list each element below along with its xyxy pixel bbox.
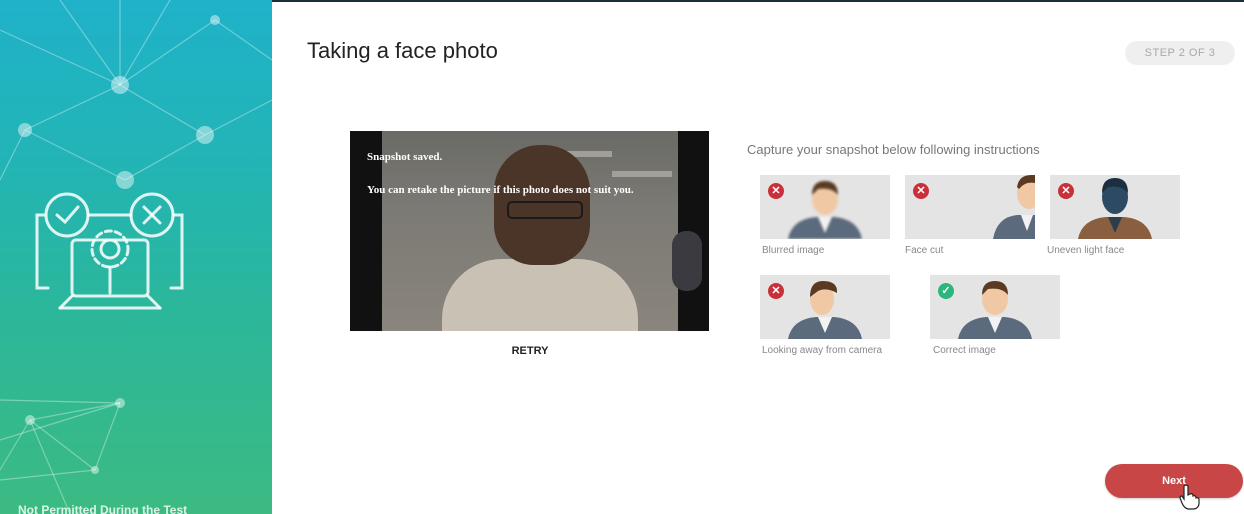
sample-label: Face cut [905, 245, 944, 256]
hand-cursor-icon [1179, 484, 1200, 510]
x-badge-icon: ✕ [768, 183, 784, 199]
x-badge-icon: ✕ [1058, 183, 1074, 199]
check-circle-icon [44, 192, 90, 238]
instructions-title: Capture your snapshot below following in… [747, 142, 1040, 157]
sample-face-cut: ✕ [905, 175, 1035, 239]
sample-label: Looking away from camera [762, 345, 883, 356]
snapshot-message: Snapshot saved. You can retake the pictu… [367, 149, 687, 215]
sample-uneven-light-face: ✕ [1050, 175, 1180, 239]
retry-button[interactable]: RETRY [506, 345, 554, 357]
x-badge-icon: ✕ [913, 183, 929, 199]
x-badge-icon: ✕ [768, 283, 784, 299]
sample-looking-away: ✕ [760, 275, 890, 339]
sample-label: Uneven light face [1047, 245, 1125, 256]
snapshot-preview: Snapshot saved. You can retake the pictu… [350, 131, 709, 331]
page-title: Taking a face photo [307, 38, 498, 63]
background-person [672, 231, 702, 291]
sample-blurred-image: ✕ [760, 175, 890, 239]
sample-label: Correct image [933, 345, 996, 356]
step-indicator: STEP 2 OF 3 [1125, 41, 1235, 65]
next-button[interactable]: Next [1105, 464, 1243, 498]
sidebar: Not Permitted During the Test [0, 0, 272, 514]
network-pattern [0, 0, 272, 514]
sidebar-footer-text: Not Permitted During the Test [18, 503, 188, 514]
snapshot-status: Snapshot saved. [367, 151, 443, 163]
check-badge-icon: ✓ [938, 283, 954, 299]
gear-icon [90, 229, 130, 269]
sample-correct-image: ✓ [930, 275, 1060, 339]
sample-label: Blurred image [762, 245, 825, 256]
snapshot-hint: You can retake the picture if this photo… [367, 184, 634, 196]
x-circle-icon [129, 192, 175, 238]
